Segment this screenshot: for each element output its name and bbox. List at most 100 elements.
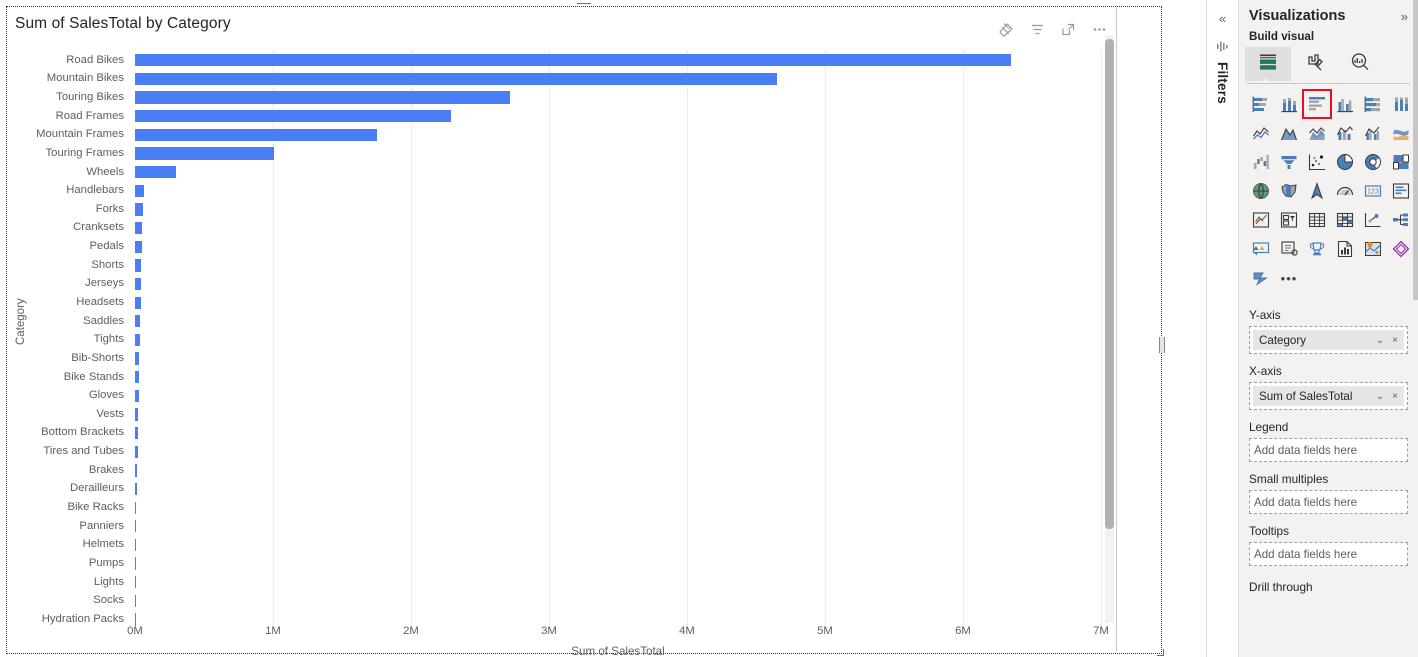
stacked-column-chart-icon[interactable]: [1275, 90, 1303, 118]
bar[interactable]: [135, 277, 142, 291]
funnel-chart-icon[interactable]: [1275, 148, 1303, 176]
bar-row[interactable]: [135, 200, 1101, 219]
bar[interactable]: [135, 538, 136, 552]
bar-row[interactable]: [135, 107, 1101, 126]
arcgis-map-visual-icon[interactable]: [1359, 235, 1387, 263]
stacked-bar-chart-icon[interactable]: [1247, 90, 1275, 118]
chevron-down-icon[interactable]: ⌄: [1374, 391, 1386, 402]
bar[interactable]: [135, 557, 136, 570]
bar-row[interactable]: [135, 312, 1101, 331]
bar-row[interactable]: [135, 349, 1101, 368]
bar-row[interactable]: [135, 181, 1101, 200]
donut-chart-icon[interactable]: [1359, 148, 1387, 176]
bar[interactable]: [135, 408, 139, 421]
selected-visual-container[interactable]: Sum of SalesTotal by Category Category R…: [6, 3, 1165, 657]
expand-pane-icon[interactable]: »: [1401, 9, 1408, 24]
bar[interactable]: [135, 315, 141, 328]
kpi-visual-icon[interactable]: [1247, 206, 1275, 234]
metrics-visual-icon[interactable]: [1303, 235, 1331, 263]
narrative-visual-icon[interactable]: [1275, 235, 1303, 263]
bar-row[interactable]: [135, 70, 1101, 89]
bar[interactable]: [135, 240, 142, 253]
bar[interactable]: [135, 259, 142, 272]
bar-row[interactable]: [135, 536, 1101, 555]
scrollbar-thumb[interactable]: [1105, 39, 1114, 529]
bar-row[interactable]: [135, 51, 1101, 70]
bar-row[interactable]: [135, 88, 1101, 107]
scatter-chart-icon[interactable]: [1303, 148, 1331, 176]
bar-row[interactable]: [135, 442, 1101, 461]
bar-row[interactable]: [135, 256, 1101, 275]
filter-icon[interactable]: [1029, 21, 1046, 38]
bar[interactable]: [135, 352, 140, 365]
multi-row-card-visual-icon[interactable]: [1387, 177, 1415, 205]
power-automate-visual-icon[interactable]: [1247, 264, 1275, 292]
100-stacked-column-chart-icon[interactable]: [1387, 90, 1415, 118]
bar-row[interactable]: [135, 126, 1101, 145]
collapse-filters-icon[interactable]: «: [1219, 12, 1226, 25]
x-axis-well-chip[interactable]: Sum of SalesTotal ⌄ ×: [1253, 386, 1404, 406]
map-chart-icon[interactable]: [1247, 177, 1275, 205]
table-visual-icon[interactable]: [1303, 206, 1331, 234]
filters-pane-label[interactable]: Filters: [1215, 62, 1230, 104]
bar-row[interactable]: [135, 163, 1101, 182]
bar[interactable]: [135, 147, 275, 160]
pin-icon[interactable]: [998, 21, 1015, 38]
ribbon-chart-icon[interactable]: [1387, 119, 1415, 147]
clustered-column-chart-icon[interactable]: [1331, 90, 1359, 118]
treemap-chart-icon[interactable]: [1387, 148, 1415, 176]
scatter-play-axis-visual-icon[interactable]: [1359, 206, 1387, 234]
100-stacked-bar-chart-icon[interactable]: [1359, 90, 1387, 118]
bar[interactable]: [135, 426, 138, 440]
bar[interactable]: [135, 221, 143, 235]
pane-scrollbar-thumb[interactable]: [1413, 0, 1418, 300]
bar-row[interactable]: [135, 275, 1101, 294]
chart-plot-area[interactable]: Category Road Bikes Mountain Bikes Touring…: [7, 45, 1109, 629]
x-axis-well[interactable]: Sum of SalesTotal ⌄ ×: [1249, 382, 1408, 410]
bar[interactable]: [135, 333, 140, 347]
bar-row[interactable]: [135, 293, 1101, 312]
pane-scrollbar[interactable]: [1413, 0, 1418, 657]
resize-handle-right[interactable]: [1159, 337, 1165, 353]
bar-row[interactable]: [135, 368, 1101, 387]
bar-row[interactable]: [135, 144, 1101, 163]
line-and-stacked-column-chart-icon[interactable]: [1331, 119, 1359, 147]
pie-chart-icon[interactable]: [1331, 148, 1359, 176]
bar[interactable]: [135, 576, 136, 589]
filter-pane-icon[interactable]: [1215, 39, 1230, 54]
visual-vertical-scrollbar[interactable]: [1105, 35, 1114, 623]
tab-build-visual[interactable]: [1245, 47, 1291, 81]
bar[interactable]: [135, 482, 137, 496]
key-influencers-visual-icon[interactable]: [1247, 235, 1275, 263]
bar[interactable]: [135, 445, 138, 458]
bar-row[interactable]: [135, 498, 1101, 517]
waterfall-chart-icon[interactable]: [1247, 148, 1275, 176]
bar-row[interactable]: [135, 331, 1101, 350]
bar-row[interactable]: [135, 554, 1101, 573]
bar[interactable]: [135, 296, 141, 309]
bar[interactable]: [135, 520, 137, 533]
bar[interactable]: [135, 54, 1012, 67]
tab-analytics[interactable]: [1337, 47, 1383, 81]
bar-row[interactable]: [135, 387, 1101, 406]
bar[interactable]: [135, 72, 777, 86]
bar-row[interactable]: [135, 461, 1101, 480]
chevron-down-icon[interactable]: ⌄: [1374, 335, 1386, 346]
bar[interactable]: [135, 389, 139, 402]
filled-map-chart-icon[interactable]: [1275, 177, 1303, 205]
tab-format-visual[interactable]: [1291, 47, 1337, 81]
slicer-visual-icon[interactable]: [1275, 206, 1303, 234]
bar-row[interactable]: [135, 592, 1101, 611]
bar[interactable]: [135, 613, 136, 626]
resize-handle-corner[interactable]: [1157, 649, 1164, 656]
bar-row[interactable]: [135, 573, 1101, 592]
bar-row[interactable]: [135, 424, 1101, 443]
bar[interactable]: [135, 166, 177, 179]
bar[interactable]: [135, 501, 137, 514]
gauge-chart-icon[interactable]: [1331, 177, 1359, 205]
remove-field-icon[interactable]: ×: [1390, 391, 1400, 402]
bar[interactable]: [135, 91, 511, 104]
clustered-bar-chart-icon[interactable]: [1302, 89, 1332, 119]
azure-map-chart-icon[interactable]: [1303, 177, 1331, 205]
bar[interactable]: [135, 203, 143, 216]
